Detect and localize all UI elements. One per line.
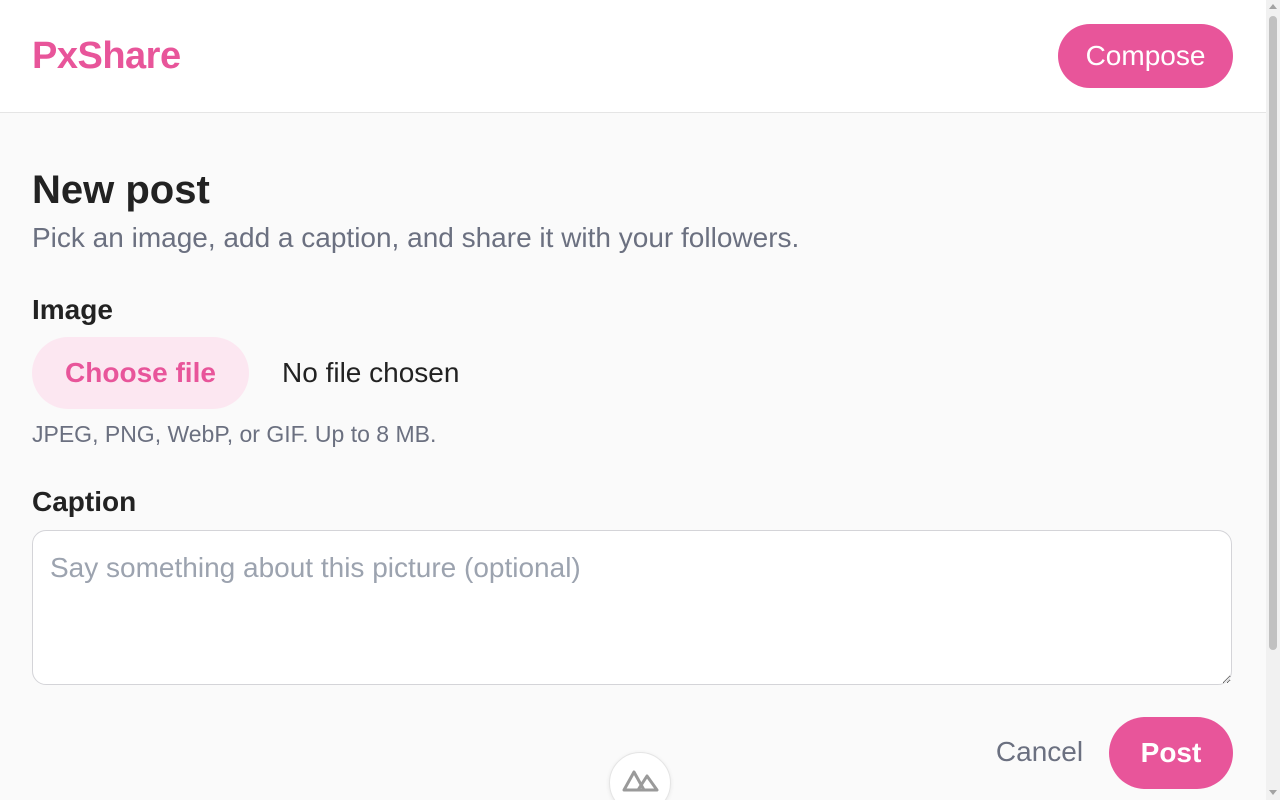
mountain-logo-icon [622,770,659,792]
scroll-down-arrow-icon[interactable] [1269,790,1277,795]
caption-label: Caption [32,486,137,517]
choose-file-button[interactable]: Choose file [32,337,249,409]
scrollbar-thumb[interactable] [1269,16,1277,650]
page-subtitle: Pick an image, add a caption, and share … [32,222,800,253]
page-title: New post [32,168,210,212]
image-label: Image [32,294,113,325]
app-logo[interactable]: PxShare [32,34,181,78]
top-bar: PxShare Compose [0,0,1266,113]
page: PxShare Compose New post Pick an image, … [0,0,1280,800]
cancel-button[interactable]: Cancel [992,734,1087,770]
caption-input[interactable] [32,530,1232,685]
file-format-hint: JPEG, PNG, WebP, or GIF. Up to 8 MB. [32,421,437,447]
dev-tools-badge[interactable] [609,752,671,800]
post-button[interactable]: Post [1109,717,1233,789]
vertical-scrollbar[interactable] [1266,0,1280,800]
compose-button[interactable]: Compose [1058,24,1233,88]
file-status-text: No file chosen [282,357,460,388]
file-picker: Choose file No file chosen [32,337,732,409]
scroll-up-arrow-icon[interactable] [1269,4,1277,9]
